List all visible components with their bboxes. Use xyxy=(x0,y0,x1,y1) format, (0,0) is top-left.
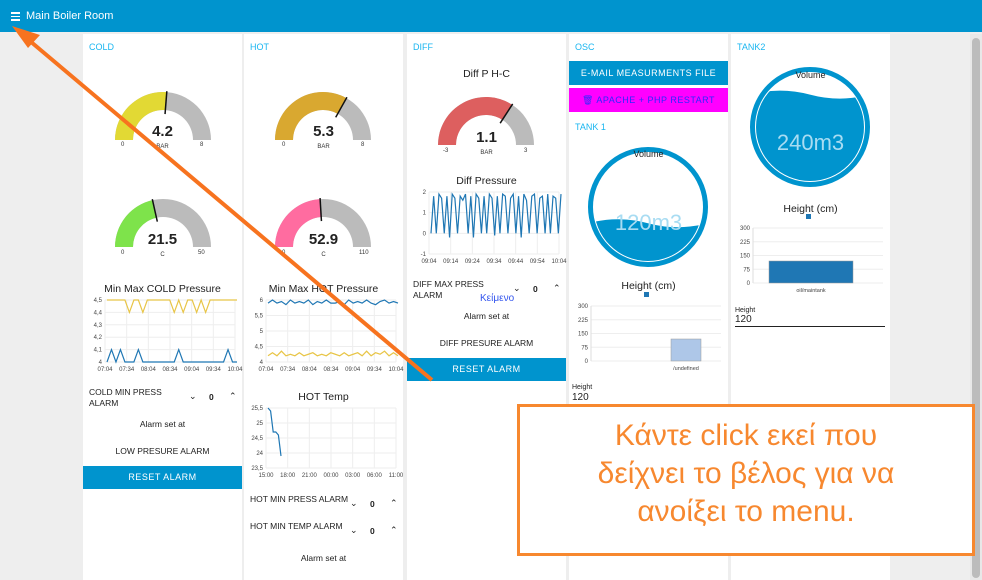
annotation-line: δείχνει το βέλος για να xyxy=(597,457,895,490)
arrow-line xyxy=(22,34,434,382)
annotation-line: ανοίξει το menu. xyxy=(637,495,855,528)
annotation-box: Κάντε click εκεί που δείχνει το βέλος γι… xyxy=(517,404,975,556)
annotation-line: Κάντε click εκεί που xyxy=(614,419,878,452)
